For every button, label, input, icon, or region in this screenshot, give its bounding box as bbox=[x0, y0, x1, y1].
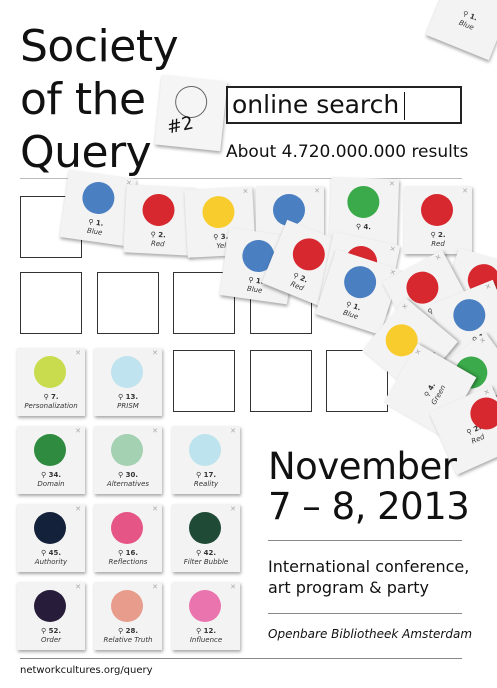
title-line-3: Query bbox=[20, 127, 152, 178]
divider bbox=[268, 540, 462, 541]
card-label: Order bbox=[40, 636, 61, 644]
close-icon[interactable]: ✕ bbox=[434, 253, 443, 263]
close-icon[interactable]: ✕ bbox=[413, 348, 423, 357]
magenta-dot bbox=[189, 590, 221, 622]
close-icon[interactable]: ✕ bbox=[152, 427, 158, 435]
close-icon[interactable]: ✕ bbox=[400, 302, 410, 312]
green-dot bbox=[346, 185, 380, 219]
card-number: ⚲ 45. bbox=[41, 549, 61, 557]
card-label: Filter Bubble bbox=[183, 558, 229, 566]
card-number: ⚲ 42. bbox=[196, 549, 216, 557]
card-label: PRISM bbox=[117, 402, 139, 410]
title-line-1: Society bbox=[20, 21, 179, 72]
card-label: Alternatives bbox=[106, 480, 150, 488]
topic-card[interactable]: ✕ ⚲ 42. Filter Bubble bbox=[172, 504, 240, 572]
dark-green-dot bbox=[189, 512, 221, 544]
card-label: Relative Truth bbox=[103, 636, 153, 644]
close-icon[interactable]: ✕ bbox=[152, 349, 158, 357]
sky-dot bbox=[189, 434, 221, 466]
topic-card[interactable]: ✕ ⚲ 52. Order bbox=[17, 582, 85, 650]
divider bbox=[20, 658, 462, 659]
close-icon[interactable]: ✕ bbox=[242, 187, 248, 195]
text-caret bbox=[404, 92, 405, 120]
card-label: Red bbox=[431, 240, 445, 248]
close-icon[interactable]: ✕ bbox=[75, 505, 81, 513]
topic-card[interactable]: ✕ ⚲ 7. Personalization bbox=[17, 348, 85, 416]
close-icon[interactable]: ✕ bbox=[75, 349, 81, 357]
close-icon[interactable]: ✕ bbox=[484, 282, 492, 292]
card-number: ⚲ 7. bbox=[43, 393, 59, 401]
event-month: November bbox=[268, 445, 457, 488]
pink-dot bbox=[111, 512, 143, 544]
red-dot bbox=[141, 193, 176, 227]
event-venue: Openbare Bibliotheek Amsterdam bbox=[268, 627, 473, 641]
title-line-2: of the bbox=[20, 74, 146, 125]
empty-result-slot bbox=[250, 350, 312, 412]
yellow-dot bbox=[201, 195, 236, 229]
red-dot bbox=[287, 233, 330, 276]
result-card[interactable]: ✕ ⚲ 1. Blue bbox=[425, 0, 497, 61]
topic-card[interactable]: ✕ ⚲ 45. Authority bbox=[17, 504, 85, 572]
card-number: ⚲ 30. bbox=[118, 471, 138, 479]
card-label: Authority bbox=[34, 558, 68, 566]
card-number: ⚲ 12. bbox=[196, 627, 216, 635]
card-number: ⚲ 13. bbox=[118, 393, 138, 401]
close-icon[interactable]: ✕ bbox=[389, 245, 396, 254]
blue-dot bbox=[80, 179, 117, 217]
topic-card[interactable]: ✕ ⚲ 34. Domain bbox=[17, 426, 85, 494]
poster-title: Society of the Query bbox=[20, 20, 179, 179]
event-dates: 7 – 8, 2013 bbox=[268, 485, 470, 528]
close-icon[interactable]: ✕ bbox=[483, 388, 492, 398]
close-icon[interactable]: ✕ bbox=[75, 583, 81, 591]
empty-result-slot bbox=[173, 350, 235, 412]
navy-dot bbox=[34, 512, 66, 544]
topic-card[interactable]: ✕ ⚲ 17. Reality bbox=[172, 426, 240, 494]
close-icon[interactable]: ✕ bbox=[230, 427, 236, 435]
close-icon[interactable]: ✕ bbox=[314, 187, 320, 195]
card-number: ⚲ 34. bbox=[41, 471, 61, 479]
close-icon[interactable]: ✕ bbox=[230, 583, 236, 591]
card-number: ⚲ 52. bbox=[41, 627, 61, 635]
close-icon[interactable]: ✕ bbox=[462, 187, 468, 195]
card-number: ⚲ 17. bbox=[196, 471, 216, 479]
empty-result-slot bbox=[97, 272, 159, 334]
light-blue-dot bbox=[111, 356, 143, 388]
topic-card[interactable]: ✕ ⚲ 16. Reflections bbox=[94, 504, 162, 572]
result-card[interactable]: ✕ ⚲ 2. Red bbox=[404, 186, 472, 254]
close-icon[interactable]: ✕ bbox=[75, 427, 81, 435]
website-url[interactable]: networkcultures.org/query bbox=[20, 665, 153, 676]
blue-dot bbox=[339, 262, 381, 303]
red-dot bbox=[421, 194, 453, 226]
card-label: Reality bbox=[193, 480, 219, 488]
card-number: ⚲ 28. bbox=[118, 627, 138, 635]
card-number: ⚲ 16. bbox=[118, 549, 138, 557]
lime-dot bbox=[34, 356, 66, 388]
topic-card[interactable]: ✕ ⚲ 30. Alternatives bbox=[94, 426, 162, 494]
close-icon[interactable]: ✕ bbox=[230, 505, 236, 513]
card-number: ⚲ 2. bbox=[430, 231, 446, 239]
green-dot bbox=[34, 434, 66, 466]
card-label: Domain bbox=[37, 480, 65, 488]
close-icon[interactable]: ✕ bbox=[478, 336, 487, 346]
card-label: Influence bbox=[189, 636, 223, 644]
results-count: About 4.720.000.000 results bbox=[226, 142, 469, 162]
topic-card[interactable]: ✕ ⚲ 28. Relative Truth bbox=[94, 582, 162, 650]
sage-dot bbox=[111, 434, 143, 466]
divider bbox=[268, 613, 462, 614]
card-label: Reflections bbox=[108, 558, 148, 566]
blue-dot bbox=[448, 294, 491, 336]
close-icon[interactable]: ✕ bbox=[152, 505, 158, 513]
event-description-line-2: art program & party bbox=[268, 578, 429, 597]
empty-result-slot bbox=[20, 272, 82, 334]
topic-card[interactable]: ✕ ⚲ 12. Influence bbox=[172, 582, 240, 650]
card-number: ⚲ 4. bbox=[355, 222, 372, 232]
close-icon[interactable]: ✕ bbox=[152, 583, 158, 591]
close-icon[interactable]: ✕ bbox=[389, 180, 395, 188]
topic-card[interactable]: ✕ ⚲ 13. PRISM bbox=[94, 348, 162, 416]
card-label: Personalization bbox=[24, 402, 78, 410]
salmon-dot bbox=[111, 590, 143, 622]
search-query-text: online search bbox=[232, 90, 400, 119]
dark-purple-dot bbox=[34, 590, 66, 622]
event-description-line-1: International conference, bbox=[268, 557, 470, 576]
